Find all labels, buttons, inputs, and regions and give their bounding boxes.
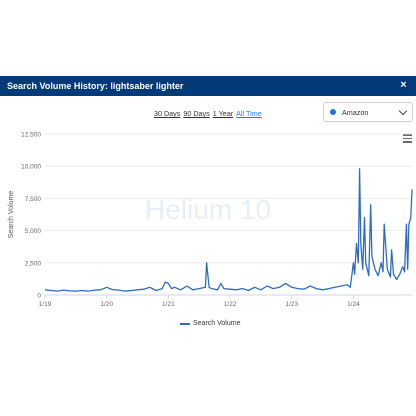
legend-label: Search Volume <box>193 320 241 327</box>
series-line-search-volume <box>44 168 413 292</box>
y-tick-label: 5,000 <box>25 228 42 235</box>
y-tick-label: 12,500 <box>21 132 41 139</box>
legend-item[interactable]: Search Volume <box>180 320 240 327</box>
x-tick-label: 1/21 <box>162 301 175 308</box>
x-tick-label: 1/22 <box>224 301 237 308</box>
x-tick-label: 1/24 <box>347 301 360 308</box>
y-tick-label: 2,500 <box>25 260 42 267</box>
search-volume-panel: Search Volume History: lightsaber lighte… <box>0 76 416 342</box>
y-tick-label: 0 <box>37 293 41 300</box>
y-axis-label: Search Volume <box>8 191 15 239</box>
x-tick-label: 1/19 <box>39 301 52 308</box>
legend-line-icon <box>180 322 190 325</box>
search-volume-chart: Helium 1002,5005,0007,50010,00012,5001/1… <box>8 132 413 308</box>
y-tick-label: 10,000 <box>21 164 41 171</box>
x-tick-label: 1/23 <box>285 301 298 308</box>
x-tick-label: 1/20 <box>100 301 113 308</box>
y-tick-label: 7,500 <box>25 196 42 203</box>
